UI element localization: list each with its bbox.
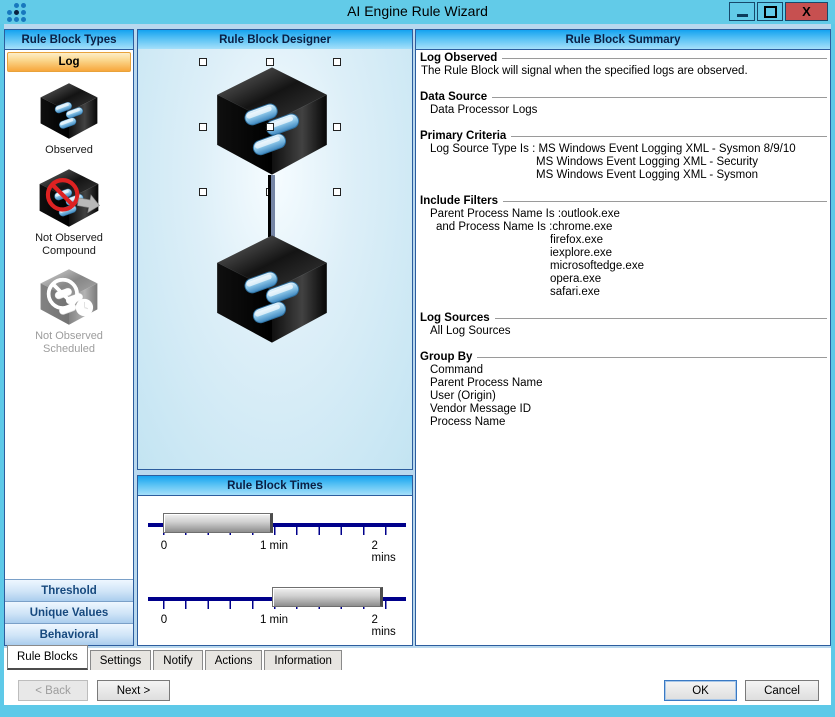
type-item-observed[interactable]: Observed (5, 82, 133, 157)
selection-handle[interactable] (199, 123, 207, 131)
tick-label: 0 (161, 614, 167, 626)
summary-line: microsoftedge.exe (420, 260, 827, 273)
summary-line: Data Processor Logs (420, 104, 827, 117)
rule-block-times-header: Rule Block Times (138, 476, 412, 496)
group-button-threshold[interactable]: Threshold (5, 579, 133, 601)
summary-section-title: Include Filters (420, 195, 827, 208)
rule-block-types-panel: Rule Block Types Log Observed Not Observ… (4, 29, 134, 646)
minimize-icon (737, 14, 748, 17)
tick-label: 1 min (260, 540, 288, 552)
summary-section-title: Data Source (420, 91, 827, 104)
summary-section: Data SourceData Processor Logs (420, 91, 827, 117)
type-item-label: Not Observed Compound (5, 232, 133, 258)
summary-line: Vendor Message ID (420, 403, 827, 416)
tab-rule-blocks[interactable]: Rule Blocks (7, 645, 88, 670)
rule-block-1-cube[interactable] (212, 65, 332, 177)
summary-section: Group ByCommandParent Process NameUser (… (420, 351, 827, 429)
selection-handle[interactable] (333, 58, 341, 66)
summary-line: The Rule Block will signal when the spec… (420, 65, 827, 78)
wizard-tab-bar: Rule BlocksSettingsNotifyActionsInformat… (7, 648, 344, 670)
not-observed-scheduled-icon (35, 268, 103, 326)
selection-handle[interactable] (266, 123, 274, 131)
title-bar: AI Engine Rule Wizard X (0, 0, 835, 24)
rule-block-times-panel: Rule Block Times 0 1 min 2 mins 0 1 min … (137, 475, 413, 646)
tab-notify[interactable]: Notify (153, 650, 202, 670)
rule-block-types-header: Rule Block Types (5, 30, 133, 50)
designer-canvas[interactable] (138, 49, 412, 469)
cancel-button[interactable]: Cancel (745, 680, 819, 701)
not-observed-compound-icon (34, 168, 104, 228)
summary-line: User (Origin) (420, 390, 827, 403)
type-item-label: Observed (5, 144, 133, 157)
ai-engine-rule-wizard-window: AI Engine Rule Wizard X Rule Block Types… (0, 0, 835, 717)
summary-section: Include FiltersParent Process Name Is :o… (420, 195, 827, 299)
close-button[interactable]: X (785, 2, 828, 21)
summary-line: Process Name (420, 416, 827, 429)
summary-line: firefox.exe (420, 234, 827, 247)
observed-cube-icon (36, 82, 102, 140)
tab-actions[interactable]: Actions (205, 650, 263, 670)
tick-label: 0 (161, 540, 167, 552)
summary-line: and Process Name Is :chrome.exe (420, 221, 827, 234)
summary-line: All Log Sources (420, 325, 827, 338)
summary-section-title: Log Sources (420, 312, 827, 325)
next-button[interactable]: Next > (97, 680, 170, 701)
selection-handle[interactable] (333, 123, 341, 131)
summary-section-title: Group By (420, 351, 827, 364)
maximize-button[interactable] (757, 2, 783, 21)
ok-button[interactable]: OK (664, 680, 737, 701)
rule-block-summary-header: Rule Block Summary (416, 30, 830, 50)
summary-section: Log ObservedThe Rule Block will signal w… (420, 52, 827, 78)
type-group-buttons: Threshold Unique Values Behavioral (5, 579, 133, 645)
tab-information[interactable]: Information (264, 650, 342, 670)
tick-label: 1 min (260, 614, 288, 626)
summary-line: MS Windows Event Logging XML - Sysmon (420, 169, 827, 182)
summary-line: safari.exe (420, 286, 827, 299)
time-range-bar[interactable] (272, 587, 383, 607)
type-item-not-observed-compound[interactable]: Not Observed Compound (5, 168, 133, 258)
summary-section: Log SourcesAll Log Sources (420, 312, 827, 338)
summary-line: iexplore.exe (420, 247, 827, 260)
maximize-icon (764, 6, 777, 18)
log-group-button[interactable]: Log (7, 52, 131, 72)
summary-section: Primary CriteriaLog Source Type Is : MS … (420, 130, 827, 182)
type-item-not-observed-scheduled[interactable]: Not Observed Scheduled (5, 268, 133, 356)
summary-section-title: Primary Criteria (420, 130, 827, 143)
selection-handle[interactable] (333, 188, 341, 196)
rule-block-summary-panel: Rule Block Summary Log ObservedThe Rule … (415, 29, 831, 646)
rule-block-2-cube[interactable] (212, 233, 332, 345)
summary-body: Log ObservedThe Rule Block will signal w… (420, 52, 827, 643)
selection-handle[interactable] (199, 58, 207, 66)
rule-block-designer-panel: Rule Block Designer (137, 29, 413, 470)
summary-section-title: Log Observed (420, 52, 827, 65)
selection-handle[interactable] (199, 188, 207, 196)
summary-line: Command (420, 364, 827, 377)
time-range-bar[interactable] (163, 513, 273, 533)
summary-line: Log Source Type Is : MS Windows Event Lo… (420, 143, 827, 156)
window-title: AI Engine Rule Wizard (0, 3, 835, 19)
rule-block-designer-header: Rule Block Designer (138, 30, 412, 50)
tick-label: 2 mins (372, 614, 399, 638)
tick-label: 2 mins (372, 540, 399, 564)
rule-block-1-time-slider: 0 1 min 2 mins (138, 498, 412, 560)
back-button[interactable]: < Back (18, 680, 88, 701)
tab-settings[interactable]: Settings (90, 650, 152, 670)
summary-line: MS Windows Event Logging XML - Security (420, 156, 827, 169)
close-icon: X (802, 5, 811, 18)
summary-line: opera.exe (420, 273, 827, 286)
type-item-label: Not Observed Scheduled (5, 330, 133, 356)
summary-line: Parent Process Name (420, 377, 827, 390)
summary-line: Parent Process Name Is :outlook.exe (420, 208, 827, 221)
window-bottom-frame (0, 705, 835, 717)
group-button-unique-values[interactable]: Unique Values (5, 601, 133, 623)
minimize-button[interactable] (729, 2, 755, 21)
block-connector-shadow (271, 175, 275, 237)
rule-block-2-time-slider: 0 1 min 2 mins (138, 572, 412, 634)
group-button-behavioral[interactable]: Behavioral (5, 623, 133, 645)
